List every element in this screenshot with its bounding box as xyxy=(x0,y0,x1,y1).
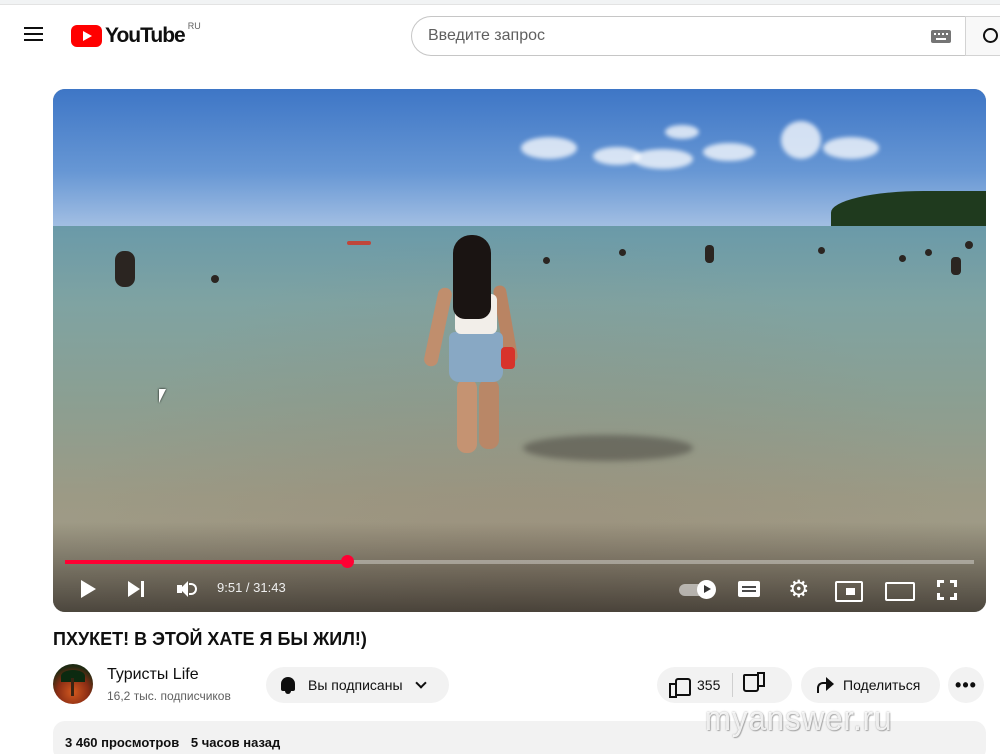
subscribed-label: Вы подписаны xyxy=(308,677,403,693)
subtitles-icon[interactable] xyxy=(738,575,762,603)
logo-region: RU xyxy=(187,21,201,31)
progress-scrubber-handle[interactable] xyxy=(341,555,354,568)
miniplayer-icon[interactable] xyxy=(835,575,863,603)
theater-icon[interactable] xyxy=(885,575,915,603)
like-dislike-group: 355 xyxy=(657,667,792,703)
video-player[interactable]: 9:51 / 31:43 xyxy=(53,89,986,612)
like-icon[interactable] xyxy=(669,675,691,698)
search-button[interactable] xyxy=(965,16,1000,56)
mouse-cursor-icon xyxy=(159,389,166,403)
keyboard-icon[interactable] xyxy=(931,30,951,43)
progress-bar[interactable] xyxy=(65,555,974,568)
video-title: ПХУКЕТ! В ЭТОЙ ХАТЕ Я БЫ ЖИЛ!) xyxy=(53,629,367,649)
divider xyxy=(732,673,734,697)
bell-icon xyxy=(278,675,298,695)
share-label: Поделиться xyxy=(843,677,921,693)
more-icon[interactable]: ••• xyxy=(948,667,984,703)
menu-icon[interactable] xyxy=(20,23,48,47)
dislike-icon[interactable] xyxy=(745,675,765,695)
channel-name[interactable]: Туристы Life xyxy=(107,666,199,684)
autoplay-toggle[interactable] xyxy=(679,575,716,603)
watermark: myanswer.ru xyxy=(705,700,893,738)
fullscreen-icon[interactable] xyxy=(935,575,959,603)
search-box xyxy=(411,16,965,56)
search-icon xyxy=(983,28,998,43)
like-count[interactable]: 355 xyxy=(697,677,720,693)
progress-played xyxy=(65,560,347,564)
description-meta: 3 460 просмотров 5 часов назад xyxy=(65,735,288,750)
subscriber-count: 16,2 тыс. подписчиков xyxy=(107,689,231,703)
view-count: 3 460 просмотров xyxy=(65,735,180,750)
play-icon[interactable] xyxy=(79,575,97,603)
subscribed-button[interactable]: Вы подписаны xyxy=(266,667,449,703)
volume-icon[interactable] xyxy=(175,575,199,603)
chevron-down-icon xyxy=(414,677,427,689)
share-icon xyxy=(815,675,835,695)
next-icon[interactable] xyxy=(126,575,148,603)
youtube-logo[interactable]: YouTube RU xyxy=(71,21,201,50)
settings-icon[interactable] xyxy=(787,575,811,603)
time-display: 9:51 / 31:43 xyxy=(217,580,286,595)
logo-text: YouTube xyxy=(105,24,186,47)
share-button[interactable]: Поделиться xyxy=(801,667,940,703)
youtube-play-icon xyxy=(71,25,102,47)
masthead: YouTube RU xyxy=(0,5,1000,67)
avatar[interactable] xyxy=(53,664,93,704)
search-input[interactable] xyxy=(428,17,908,55)
publish-date: 5 часов назад xyxy=(190,735,281,750)
